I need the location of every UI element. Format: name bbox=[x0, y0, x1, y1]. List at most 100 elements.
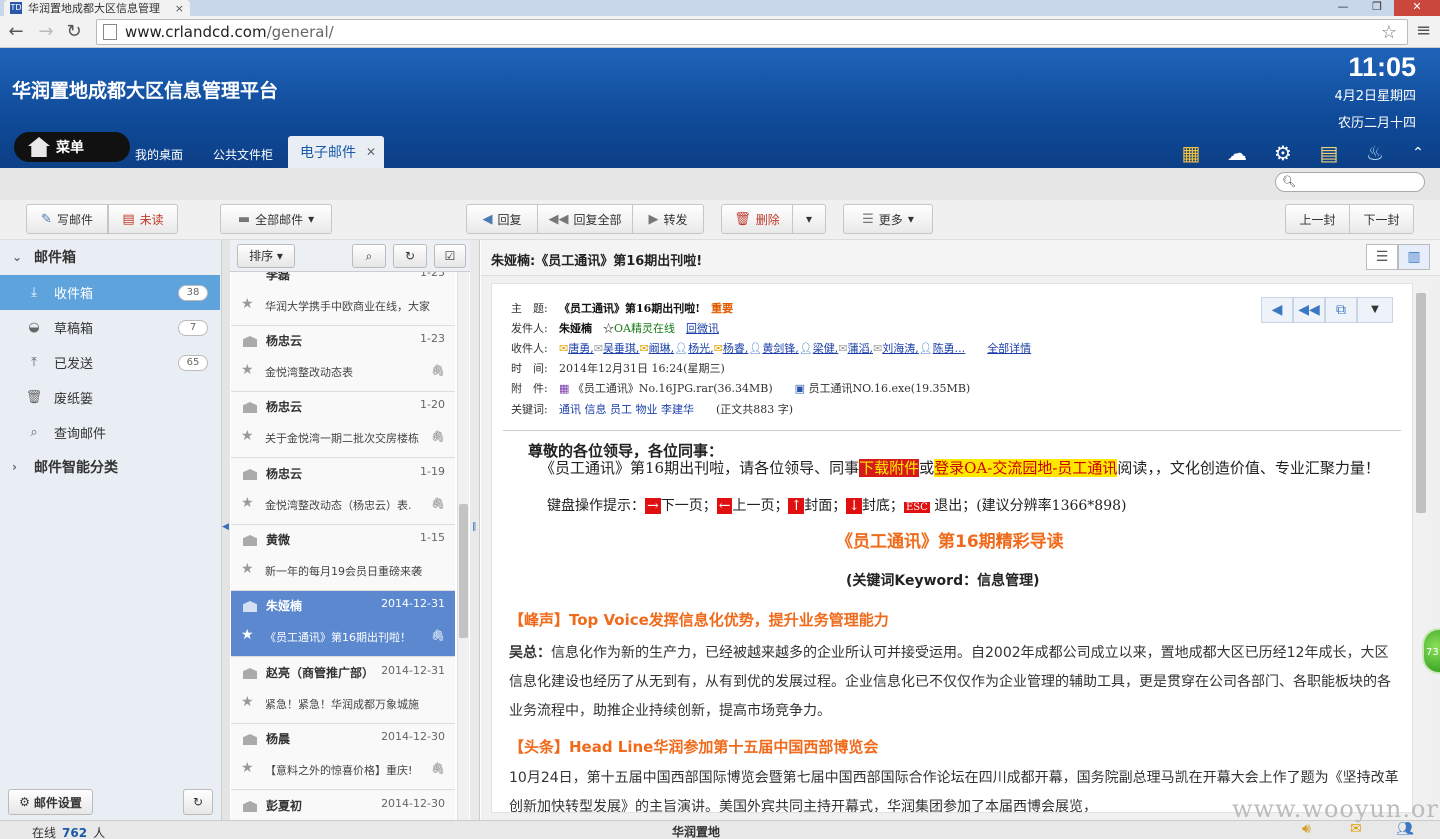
all-mail-dropdown[interactable]: ▬ 全部邮件 ▾ bbox=[220, 204, 332, 234]
keyword-link[interactable]: 通讯 bbox=[559, 403, 581, 416]
popout-icon[interactable]: ⧉ bbox=[1325, 297, 1357, 323]
tab-close-icon[interactable]: ✕ bbox=[366, 145, 376, 159]
reply-all-button[interactable]: ◀◀ 回复全部 bbox=[537, 204, 633, 234]
download-link[interactable]: 下载附件 bbox=[859, 459, 920, 477]
recipient[interactable]: 阚琳, bbox=[649, 342, 675, 355]
keyword-link[interactable]: 李建华 bbox=[661, 403, 694, 416]
star-icon[interactable]: ★ bbox=[241, 561, 254, 577]
browser-menu-icon[interactable]: ≡ bbox=[1416, 20, 1431, 41]
star-icon[interactable]: ★ bbox=[241, 362, 254, 378]
recipient[interactable]: 黄剑锋, bbox=[762, 342, 799, 355]
folder-trash[interactable]: 🗑︎ 废纸篓 bbox=[0, 380, 220, 415]
split-view-icon[interactable]: ▥ bbox=[1398, 244, 1430, 270]
bulb-icon[interactable]: ♨ bbox=[1362, 140, 1388, 166]
star-icon[interactable]: ★ bbox=[241, 694, 254, 710]
recipient[interactable]: 吴垂琪, bbox=[603, 342, 640, 355]
tab-email[interactable]: 电子邮件 ✕ bbox=[288, 136, 384, 168]
sender-name[interactable]: 朱娅楠 bbox=[559, 322, 592, 335]
list-item-selected[interactable]: 朱娅楠 2014-12-31 ★ 《员工通讯》第16期出刊啦！ 🖇︎ bbox=[231, 591, 455, 657]
back-icon[interactable]: ← bbox=[4, 20, 28, 44]
users-icon[interactable]: 👥︎ bbox=[1396, 821, 1414, 837]
global-search-input[interactable] bbox=[1275, 172, 1425, 192]
scrollbar-thumb[interactable] bbox=[459, 504, 468, 638]
mailbox-section[interactable]: ⌄ 邮件箱 bbox=[0, 240, 220, 274]
list-view-icon[interactable]: ☰ bbox=[1366, 244, 1398, 270]
reply-all-icon[interactable]: ◀◀ bbox=[1293, 297, 1325, 323]
attachment-link[interactable]: 《员工通讯》No.16JPG.rar(36.34MB) bbox=[573, 382, 773, 395]
forward-button[interactable]: ▶ 转发 bbox=[632, 204, 704, 234]
delete-dropdown[interactable]: ▾ bbox=[792, 204, 826, 234]
recipient[interactable]: 蒲滔, bbox=[848, 342, 874, 355]
star-icon[interactable]: ★ bbox=[241, 760, 254, 776]
recipient[interactable]: 梁健, bbox=[813, 342, 839, 355]
sound-icon[interactable]: 🔊︎ bbox=[1302, 821, 1311, 837]
caret-down-icon[interactable]: ▼ bbox=[1357, 297, 1393, 323]
prev-mail-button[interactable]: 上一封 bbox=[1285, 204, 1350, 234]
keyword-link[interactable]: 物业 bbox=[636, 403, 658, 416]
recipient[interactable]: 唐勇, bbox=[568, 342, 594, 355]
all-recipients-link[interactable]: 全部详情 bbox=[987, 342, 1031, 355]
list-item[interactable]: 杨忠云 1-23 ★ 金悦湾整改动态表 🖇︎ bbox=[231, 326, 455, 392]
next-mail-button[interactable]: 下一封 bbox=[1349, 204, 1414, 234]
gear-icon[interactable]: ⚙ bbox=[1270, 140, 1296, 166]
recipient[interactable]: 刘海涛, bbox=[882, 342, 919, 355]
help-cloud-icon[interactable]: ☁ bbox=[1224, 140, 1250, 166]
close-tab-icon[interactable]: × bbox=[175, 2, 184, 15]
window-close-icon[interactable]: ✕ bbox=[1394, 0, 1440, 16]
list-item[interactable]: 赵亮（商管推广部） 2014-12-31 ★ 紧急！紧急！华润成都万象城施 bbox=[231, 658, 455, 724]
message-scrollbar[interactable] bbox=[1413, 283, 1429, 813]
recipient[interactable]: 杨睿, bbox=[723, 342, 749, 355]
login-link[interactable]: 登录OA-交流园地-员工通讯 bbox=[934, 459, 1118, 477]
list-item[interactable]: 杨晨 2014-12-30 ★ 【意料之外的惊喜价格】重庆! 🖇︎ bbox=[231, 724, 455, 790]
reply-button[interactable]: ◀ 回复 bbox=[466, 204, 538, 234]
star-icon[interactable]: ★ bbox=[241, 495, 254, 511]
list-scrollbar[interactable] bbox=[457, 272, 469, 820]
tab-public-files[interactable]: 公共文件柜 bbox=[213, 146, 273, 163]
collapse-up-icon[interactable]: ⌃ bbox=[1405, 140, 1431, 166]
folder-search[interactable]: ⌕ 查询邮件 bbox=[0, 415, 220, 450]
menu-button[interactable]: 菜单 bbox=[14, 132, 130, 162]
forward-icon[interactable]: → bbox=[34, 20, 58, 44]
minimize-icon[interactable]: — bbox=[1326, 0, 1360, 16]
apps-grid-icon[interactable]: ▦ bbox=[1178, 140, 1204, 166]
list-search-button[interactable]: ⌕ bbox=[352, 244, 386, 268]
left-splitter[interactable]: ◀ bbox=[222, 240, 230, 820]
folder-inbox[interactable]: ⤓ 收件箱 38 bbox=[0, 275, 220, 310]
maximize-icon[interactable]: ❐ bbox=[1360, 0, 1394, 16]
mail-settings-button[interactable]: ⚙ 邮件设置 bbox=[8, 789, 93, 815]
smart-category-section[interactable]: › 邮件智能分类 bbox=[0, 450, 220, 484]
list-item[interactable]: 李磊 1-23 ★ 华润大学携手中欧商业在线，大家 bbox=[231, 272, 455, 326]
refresh-folders-button[interactable]: ↻ bbox=[183, 789, 213, 815]
folder-drafts[interactable]: ◒ 草稿箱 7 bbox=[0, 310, 220, 345]
mail-notify-icon[interactable]: ✉ bbox=[1350, 821, 1362, 837]
browser-tab[interactable]: TD 华润置地成都大区信息管理 × bbox=[4, 0, 190, 16]
reply-icon[interactable]: ◀ bbox=[1261, 297, 1293, 323]
keyword-link[interactable]: 信息 bbox=[585, 403, 607, 416]
compose-button[interactable]: ✎ 写邮件 bbox=[26, 204, 108, 234]
star-icon[interactable]: ★ bbox=[241, 296, 254, 312]
splitter-grip-icon[interactable]: ‖ bbox=[472, 522, 477, 532]
reply-im-link[interactable]: 回微讯 bbox=[686, 322, 719, 335]
recipient[interactable]: 杨光, bbox=[688, 342, 714, 355]
more-dropdown[interactable]: ☰ 更多 ▾ bbox=[843, 204, 933, 234]
reload-icon[interactable]: ↻ bbox=[62, 20, 86, 44]
unread-button[interactable]: ▤ 未读 bbox=[108, 204, 178, 234]
address-bar[interactable]: www.crlandcd.com/general/ ☆ bbox=[96, 19, 1408, 45]
attachment-link[interactable]: 员工通讯NO.16.exe(19.35MB) bbox=[809, 382, 971, 395]
list-item[interactable]: 黄微 1-15 ★ 新一年的每月19会员日重磅来袭 bbox=[231, 525, 455, 591]
collapse-left-icon[interactable]: ◀ bbox=[222, 522, 229, 532]
list-item[interactable]: 杨忠云 1-19 ★ 金悦湾整改动态（杨忠云）表. 🖇︎ bbox=[231, 459, 455, 525]
keyword-link[interactable]: 员工 bbox=[610, 403, 632, 416]
delete-button[interactable]: 🗑︎ 删除 bbox=[721, 204, 793, 234]
scrollbar-thumb[interactable] bbox=[1416, 293, 1426, 513]
folder-sent[interactable]: ⤒ 已发送 65 bbox=[0, 345, 220, 380]
clipboard-icon[interactable]: ▤ bbox=[1316, 140, 1342, 166]
recipient[interactable]: 陈勇... bbox=[933, 342, 966, 355]
list-select-button[interactable]: ☑ bbox=[434, 244, 466, 268]
right-splitter[interactable]: ‖ bbox=[470, 240, 480, 820]
list-refresh-button[interactable]: ↻ bbox=[393, 244, 427, 268]
list-item[interactable]: 杨忠云 1-20 ★ 关于金悦湾一期二批次交房楼栋 🖇︎ bbox=[231, 392, 455, 458]
online-count[interactable]: 在线 762 人 bbox=[32, 824, 105, 839]
tab-desktop[interactable]: 我的桌面 bbox=[135, 146, 183, 163]
star-icon[interactable]: ★ bbox=[241, 627, 254, 643]
